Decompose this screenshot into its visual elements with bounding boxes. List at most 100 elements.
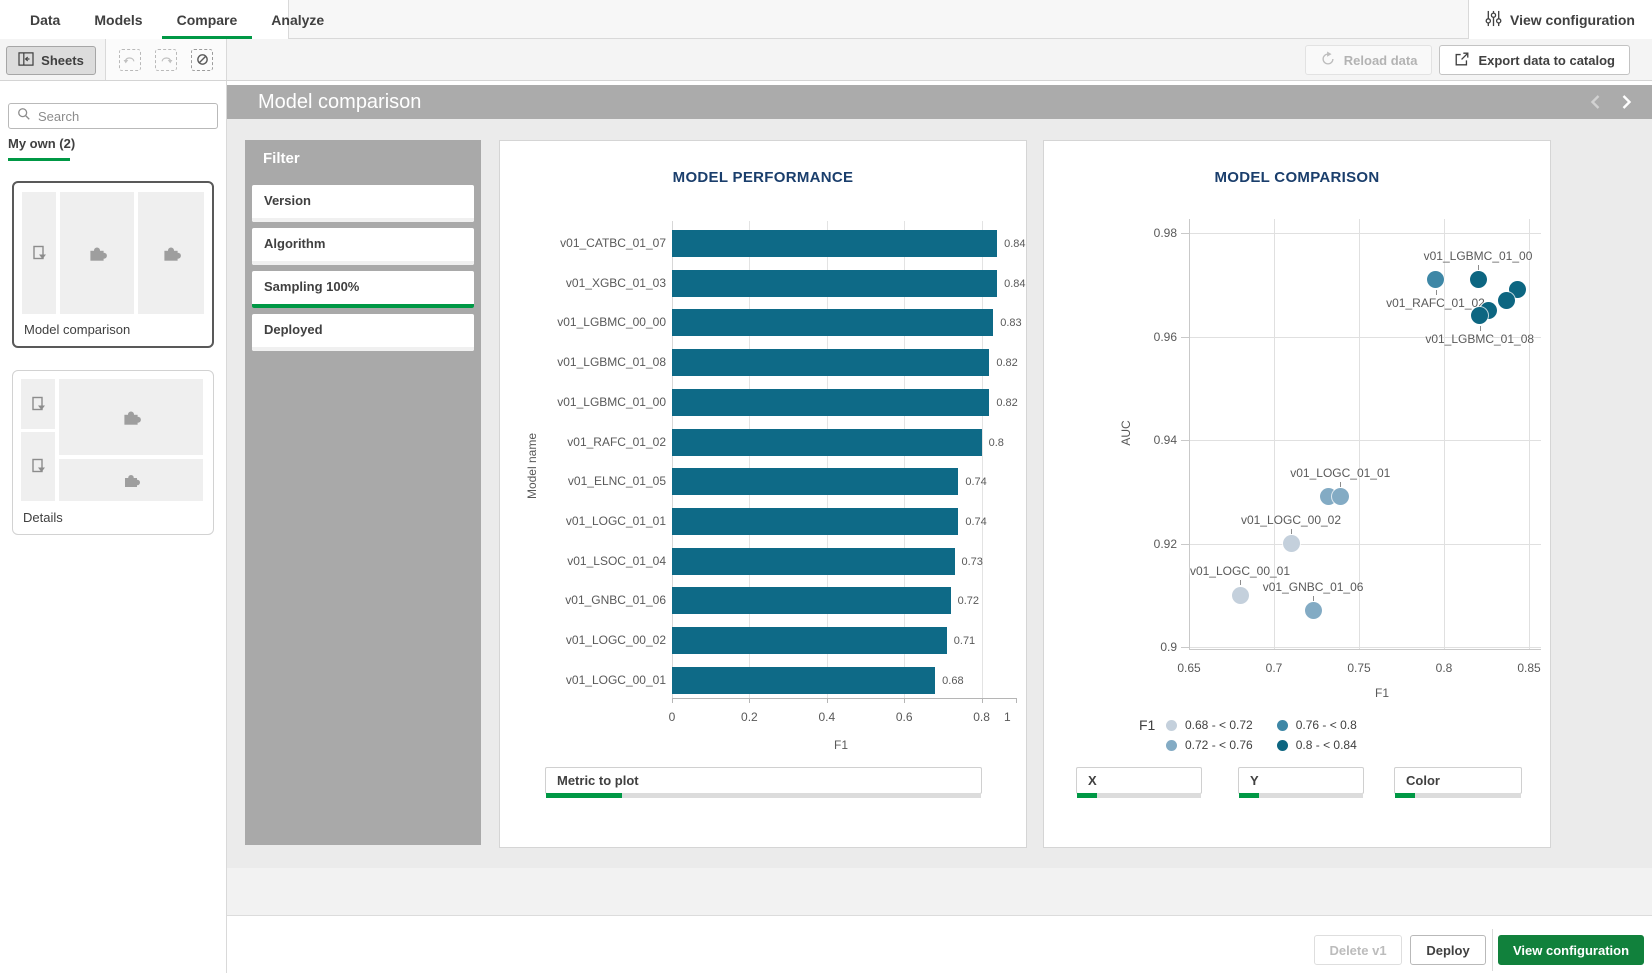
search-icon (17, 107, 31, 126)
view-configuration-button[interactable]: View configuration (1498, 935, 1644, 965)
scatter-x-tick-label: 0.8 (1428, 661, 1460, 675)
scatter-point[interactable] (1471, 307, 1488, 324)
undo-button[interactable] (119, 49, 141, 71)
bar[interactable] (672, 468, 958, 495)
sheet-thumb-title: Model comparison (24, 322, 130, 337)
point-label-connector (1291, 529, 1292, 534)
thumb-tile (22, 192, 56, 314)
bar[interactable] (672, 548, 955, 575)
filter-panel: Filter Version Algorithm Sampling 100% D… (245, 140, 481, 845)
color-listbox-label: Color (1395, 768, 1521, 794)
bar[interactable] (672, 349, 989, 376)
sheet-search[interactable] (8, 103, 218, 129)
sheets-button-label: Sheets (41, 53, 84, 68)
bar[interactable] (672, 667, 935, 694)
scatter-point[interactable] (1305, 602, 1322, 619)
tab-analyze[interactable]: Analyze (254, 0, 341, 39)
scatter-legend-title: F1 (1139, 717, 1155, 733)
tab-data[interactable]: Data (13, 0, 77, 39)
x-listbox[interactable]: X (1076, 767, 1202, 794)
nav-tabs: Data Models Compare Analyze (0, 0, 289, 39)
x-listbox-label: X (1077, 768, 1201, 794)
sheet-thumb-details[interactable]: Details (12, 370, 214, 535)
y-listbox[interactable]: Y (1238, 767, 1364, 794)
sheet-thumb-model-comparison[interactable]: Model comparison (12, 181, 214, 348)
point-label-connector (1240, 580, 1241, 585)
scatter-point[interactable] (1427, 271, 1444, 288)
legend-swatch (1166, 740, 1177, 751)
thumb-tile (60, 192, 134, 314)
next-sheet-button[interactable] (1617, 93, 1635, 111)
filterpane-icon (31, 458, 46, 475)
my-own-section-label[interactable]: My own (2) (8, 136, 75, 151)
metric-to-plot-listbox[interactable]: Metric to plot (545, 767, 982, 794)
view-configuration-nav-button[interactable]: View configuration (1468, 0, 1652, 39)
deploy-button[interactable]: Deploy (1410, 935, 1486, 965)
sheet-canvas: Filter Version Algorithm Sampling 100% D… (227, 119, 1652, 868)
bar[interactable] (672, 230, 997, 257)
bar[interactable] (672, 627, 947, 654)
scatter-x-axis-title: F1 (1375, 686, 1389, 700)
search-input[interactable] (38, 109, 198, 124)
bar-x-tick-label: 0 (660, 710, 684, 724)
legend-item: 0.8 - < 0.84 (1277, 735, 1357, 755)
sheet-title-bar: Model comparison (227, 85, 1652, 119)
filter-listbox-algorithm[interactable]: Algorithm (252, 228, 474, 265)
bar[interactable] (672, 429, 982, 456)
scatter-point-label: v01_LGBMC_01_08 (1410, 332, 1550, 346)
model-comparison-card: MODEL COMPARISON 0.980.960.940.920.90.65… (1043, 140, 1551, 848)
redo-button[interactable] (155, 49, 177, 71)
bar[interactable] (672, 309, 993, 336)
clear-selections-icon (196, 53, 209, 66)
listbox-state-strip (252, 304, 474, 308)
point-label-connector (1436, 290, 1437, 295)
scatter-x-tick-label: 0.65 (1173, 661, 1205, 675)
bar-axis-tick (904, 698, 905, 703)
scatter-point[interactable] (1283, 535, 1300, 552)
filter-listbox-label: Sampling 100% (252, 271, 474, 302)
point-label-connector (1340, 482, 1341, 487)
scatter-y-tick-label: 0.94 (1139, 433, 1177, 447)
scatter-point[interactable] (1498, 292, 1515, 309)
view-configuration-nav-label: View configuration (1510, 12, 1635, 28)
tab-models[interactable]: Models (77, 0, 159, 39)
bar[interactable] (672, 508, 958, 535)
thumb-tile (21, 432, 55, 501)
sheet-title: Model comparison (258, 91, 421, 114)
tab-compare[interactable]: Compare (160, 0, 255, 39)
listbox-state-strip (1077, 793, 1201, 798)
clear-selections-button[interactable] (191, 49, 213, 71)
reload-data-button[interactable]: Reload data (1305, 45, 1433, 75)
puzzle-icon (121, 470, 141, 490)
sheets-panel-icon (18, 52, 34, 69)
thumb-tile (138, 192, 204, 314)
filter-listbox-sampling[interactable]: Sampling 100% (252, 271, 474, 308)
scatter-point[interactable] (1470, 271, 1487, 288)
scatter-gridline-h (1189, 647, 1541, 648)
bar-y-axis-title: Model name (525, 411, 539, 521)
filter-listbox-version[interactable]: Version (252, 185, 474, 222)
bar-value-label: 0.82 (996, 397, 1017, 409)
filter-listbox-deployed[interactable]: Deployed (252, 314, 474, 351)
scatter-legend: 0.68 - < 0.720.72 - < 0.760.76 - < 0.80.… (1166, 715, 1357, 755)
bar[interactable] (672, 587, 951, 614)
filter-listbox-label: Deployed (252, 314, 474, 345)
scatter-point[interactable] (1332, 488, 1349, 505)
footer-divider (1492, 929, 1493, 971)
export-data-button[interactable]: Export data to catalog (1439, 45, 1630, 75)
sheets-button[interactable]: Sheets (6, 46, 96, 75)
delete-version-button[interactable]: Delete v1 (1314, 935, 1402, 965)
scatter-gridline-h (1189, 440, 1541, 441)
previous-sheet-button[interactable] (1586, 93, 1604, 111)
legend-swatch (1277, 720, 1288, 731)
scatter-y-tick (1181, 544, 1189, 545)
scatter-y-tick-label: 0.98 (1139, 226, 1177, 240)
thumb-tile (21, 379, 55, 429)
undo-icon (123, 54, 137, 66)
model-performance-card: MODEL PERFORMANCE v01_CATBC_01_070.84v01… (499, 140, 1027, 848)
bar[interactable] (672, 389, 989, 416)
bar[interactable] (672, 270, 997, 297)
metric-to-plot-label: Metric to plot (546, 768, 981, 794)
bar-x-axis-line (672, 698, 1016, 699)
color-listbox[interactable]: Color (1394, 767, 1522, 794)
